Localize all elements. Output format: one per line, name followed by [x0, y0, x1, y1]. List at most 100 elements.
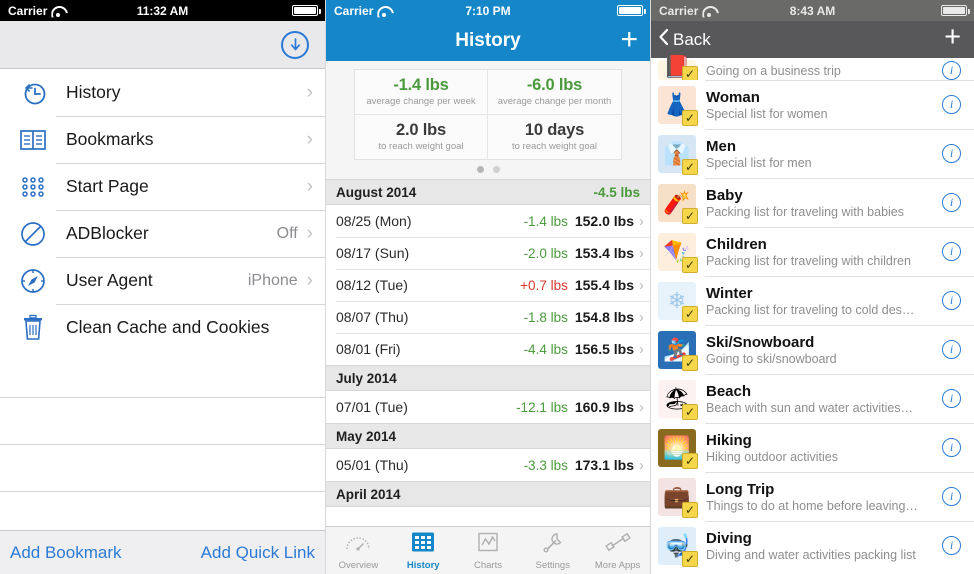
list-item-title: Men: [706, 137, 736, 155]
info-button[interactable]: i: [942, 389, 961, 408]
list-item-title: Winter: [706, 284, 753, 302]
add-bookmark-button[interactable]: Add Bookmark: [10, 543, 122, 563]
info-button[interactable]: i: [942, 144, 961, 163]
list-item-text: Long Trip Things to do at home before le…: [706, 481, 942, 513]
list-thumbnail-icon: 🏖 ✓: [658, 379, 698, 420]
stat-value: 10 days: [524, 121, 585, 139]
list-item-long-trip[interactable]: 💼 ✓ Long Trip Things to do at home before…: [651, 472, 974, 521]
add-entry-button[interactable]: +: [620, 25, 638, 55]
battery-icon: [292, 5, 321, 16]
status-bar-panel2: Carrier 7:10 PM: [326, 0, 650, 21]
list-thumbnail-icon: 🤿 ✓: [658, 526, 698, 567]
list-item-history[interactable]: History ›: [0, 69, 325, 116]
list-item-title: Diving: [706, 529, 752, 547]
list-item-ski-snowboard[interactable]: 🏂 ✓ Ski/Snowboard Going to ski/snowboard …: [651, 325, 974, 374]
info-button[interactable]: i: [942, 242, 961, 261]
table-row[interactable]: 05/01 (Thu) -3.3 lbs 173.1 lbs ›: [326, 449, 650, 481]
wrench-icon: [540, 531, 566, 558]
chevron-right-icon: ›: [639, 456, 644, 474]
panel-weight-history: Carrier 7:10 PM History + -1.4 lbs avera…: [325, 0, 650, 574]
list-item-beach[interactable]: 🏖 ✓ Beach Beach with sun and water activi…: [651, 374, 974, 423]
table-row[interactable]: 07/01 (Tue) -12.1 lbs 160.9 lbs ›: [326, 391, 650, 423]
checkmark-badge-icon: ✓: [682, 403, 698, 420]
stat-avg-week: -1.4 lbs average change per week: [355, 70, 488, 115]
back-button[interactable]: Back: [658, 28, 711, 51]
list-item-title: Hiking: [706, 431, 752, 449]
info-button[interactable]: i: [942, 193, 961, 212]
table-row[interactable]: 08/12 (Tue) +0.7 lbs 155.4 lbs ›: [326, 269, 650, 301]
list-item-clean-cache[interactable]: Clean Cache and Cookies: [0, 304, 325, 351]
tab-label: History: [406, 559, 440, 571]
panel1-toolbar: [0, 21, 325, 69]
table-row[interactable]: 08/17 (Sun) -2.0 lbs 153.4 lbs ›: [326, 237, 650, 269]
list-item-text: Diving Diving and water activities packi…: [706, 530, 942, 562]
back-button-label: Back: [673, 29, 711, 49]
start-page-grid-icon: [10, 164, 56, 210]
panel1-footer-toolbar: Add Bookmark Add Quick Link: [0, 530, 325, 574]
list-item-woman[interactable]: 👗 ✓ Woman Special list for women i: [651, 80, 974, 129]
table-row[interactable]: 08/25 (Mon) -1.4 lbs 152.0 lbs ›: [326, 205, 650, 237]
list-item-children[interactable]: 🪁 ✓ Children Packing list for traveling w…: [651, 227, 974, 276]
entry-delta: -1.8 lbs: [523, 309, 568, 325]
list-item-diving[interactable]: 🤿 ✓ Diving Diving and water activities pa…: [651, 521, 974, 570]
page-indicator[interactable]: [326, 160, 650, 179]
list-item-label: History: [66, 82, 121, 102]
info-button[interactable]: i: [942, 291, 961, 310]
list-item-business-trip[interactable]: 📕 ✓ Going on a business trip i: [651, 54, 974, 82]
list-item-label: ADBlocker: [66, 223, 149, 243]
list-item-hiking[interactable]: 🌅 ✓ Hiking Hiking outdoor activities i: [651, 423, 974, 472]
summary-stats-panel[interactable]: -1.4 lbs average change per week -6.0 lb…: [326, 61, 650, 160]
page-title: History: [455, 30, 521, 51]
packing-list-table: 📕 ✓ Going on a business trip i 👗 ✓ Woman S…: [651, 54, 974, 570]
list-bottom-divider: [0, 444, 325, 445]
list-bottom-divider: [0, 397, 325, 398]
list-item-men[interactable]: 👔 ✓ Men Special list for men i: [651, 129, 974, 178]
chevron-right-icon: ›: [306, 81, 313, 103]
checkmark-badge-icon: ✓: [682, 452, 698, 469]
list-item-label: Bookmarks: [66, 129, 154, 149]
list-item-baby[interactable]: 🧨 ✓ Baby Packing list for traveling with …: [651, 178, 974, 227]
panel-browser-settings: Carrier 11:32 AM History › Bookmarks › S…: [0, 0, 325, 574]
info-button[interactable]: i: [942, 438, 961, 457]
list-item-bookmarks[interactable]: Bookmarks ›: [0, 116, 325, 163]
info-button[interactable]: i: [942, 95, 961, 114]
table-row[interactable]: 08/01 (Fri) -4.4 lbs 156.5 lbs ›: [326, 333, 650, 365]
tab-charts[interactable]: Charts: [456, 527, 521, 574]
add-list-button[interactable]: +: [944, 23, 961, 52]
list-item-user-agent[interactable]: User Agent iPhone ›: [0, 257, 325, 304]
list-thumbnail-icon: 💼 ✓: [658, 477, 698, 518]
tab-settings[interactable]: Settings: [520, 527, 585, 574]
list-thumbnail-icon: 🪁 ✓: [658, 232, 698, 273]
info-button[interactable]: i: [942, 536, 961, 555]
list-item-subtitle: Going to ski/snowboard: [706, 351, 837, 366]
entry-date: 08/07 (Thu): [336, 309, 409, 325]
list-item-text: Ski/Snowboard Going to ski/snowboard: [706, 334, 942, 366]
checkmark-badge-icon: ✓: [682, 550, 698, 567]
chevron-left-icon: [658, 28, 669, 51]
list-item-winter[interactable]: ❄ ✓ Winter Packing list for traveling to …: [651, 276, 974, 325]
user-agent-compass-icon: [10, 258, 56, 304]
list-item-adblocker[interactable]: ADBlocker Off ›: [0, 210, 325, 257]
info-button[interactable]: i: [942, 61, 961, 80]
list-item-subtitle: Special list for men: [706, 155, 812, 170]
add-quick-link-button[interactable]: Add Quick Link: [201, 543, 315, 563]
download-arrow-icon[interactable]: [281, 30, 309, 59]
entry-date: 08/01 (Fri): [336, 341, 401, 357]
entry-weight: 155.4 lbs: [574, 277, 634, 293]
table-row[interactable]: 08/07 (Thu) -1.8 lbs 154.8 lbs ›: [326, 301, 650, 333]
list-item-detail: iPhone: [247, 271, 298, 289]
tab-overview[interactable]: Overview: [326, 527, 391, 574]
entry-weight: 173.1 lbs: [574, 457, 634, 473]
stat-value: -1.4 lbs: [393, 76, 449, 94]
tab-more-apps[interactable]: More Apps: [585, 527, 650, 574]
list-item-label: Clean Cache and Cookies: [66, 317, 270, 337]
stat-label: to reach weight goal: [511, 141, 598, 152]
adblocker-no-entry-icon: [10, 211, 56, 257]
tab-history[interactable]: History: [391, 527, 456, 574]
info-button[interactable]: i: [942, 487, 961, 506]
tab-bar: Overview History Charts Settings More Ap…: [326, 526, 650, 574]
list-item-title: Woman: [706, 88, 760, 106]
list-item-text: Beach Beach with sun and water activitie…: [706, 383, 942, 415]
info-button[interactable]: i: [942, 340, 961, 359]
list-item-start-page[interactable]: Start Page ›: [0, 163, 325, 210]
